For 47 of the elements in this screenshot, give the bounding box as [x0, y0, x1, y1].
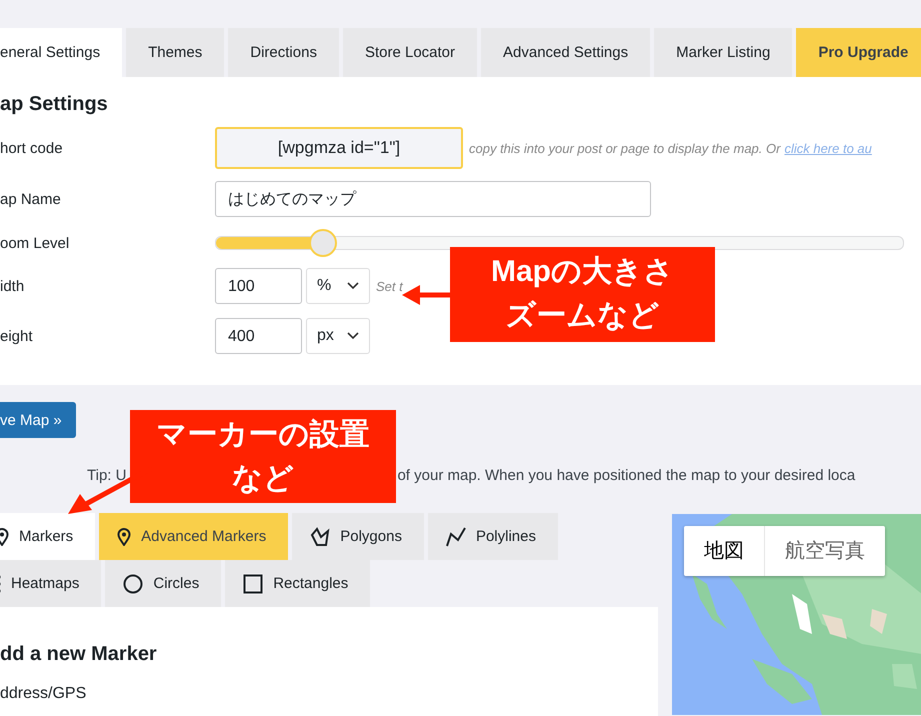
settings-tab[interactable]: Advanced Settings	[481, 28, 650, 77]
shortcode-field[interactable]: [wpgmza id="1"]	[215, 127, 463, 169]
hint-text: copy this into your post or page to display the map. Or	[469, 140, 780, 156]
settings-tab[interactable]: Themes	[126, 28, 224, 77]
settings-tab[interactable]: Marker Listing	[654, 28, 792, 77]
feature-tab[interactable]: Polylines	[428, 513, 558, 560]
section-heading: dd a new Marker	[0, 643, 158, 667]
hint-text: Set t	[376, 278, 403, 294]
annotation-arrow	[402, 283, 452, 307]
slider-thumb[interactable]	[309, 229, 338, 257]
save-button[interactable]: ve Map »	[0, 402, 76, 438]
field-label: eight	[0, 328, 34, 344]
settings-tab[interactable]: Store Locator	[342, 28, 478, 77]
field-label: oom Level	[0, 234, 70, 252]
settings-tab[interactable]: eneral Settings	[0, 28, 122, 77]
input-field[interactable]: 100	[215, 268, 302, 304]
tip-text: Tip: U	[87, 467, 126, 486]
map-type-button[interactable]: 地図	[684, 526, 764, 576]
input-field[interactable]: はじめてのマップ	[215, 181, 651, 217]
chevron-icon	[347, 332, 359, 340]
map-type-button[interactable]: 航空写真	[764, 526, 885, 576]
pin-icon	[117, 528, 132, 546]
section-heading: ap Settings	[0, 93, 109, 117]
field-label: hort code	[0, 140, 64, 156]
square-icon	[243, 574, 264, 594]
field-label: idth	[0, 278, 26, 294]
circle-icon	[123, 574, 144, 594]
annotation-callout: Mapの大きさ ズームなど	[450, 247, 715, 342]
field-label: ap Name	[0, 190, 62, 208]
polygon-icon	[310, 526, 330, 546]
feature-tab[interactable]: Polygons	[292, 513, 424, 560]
input-field[interactable]: 400	[215, 318, 302, 354]
field-label: ddress/GPS	[0, 685, 88, 703]
chevron-icon	[347, 282, 359, 290]
settings-tab[interactable]: Pro Upgrade	[796, 28, 921, 77]
annotation-callout: マーカーの設置 など	[130, 410, 396, 503]
feature-tab[interactable]: Advanced Markers	[99, 513, 288, 560]
unit-dropdown[interactable]: %	[306, 268, 370, 304]
tip-text: of your map. When you have positioned the map to your desired loca	[397, 467, 856, 486]
zoom-slider[interactable]	[215, 229, 904, 257]
feature-tab[interactable]: Heatmaps	[0, 560, 102, 607]
unit-dropdown[interactable]: px	[306, 318, 370, 354]
feature-tab[interactable]: Rectangles	[225, 560, 370, 607]
feature-tab[interactable]: Circles	[105, 560, 222, 607]
polyline-icon	[446, 526, 466, 546]
settings-tab[interactable]: Directions	[228, 28, 339, 77]
feature-tab[interactable]: Markers	[0, 513, 96, 560]
